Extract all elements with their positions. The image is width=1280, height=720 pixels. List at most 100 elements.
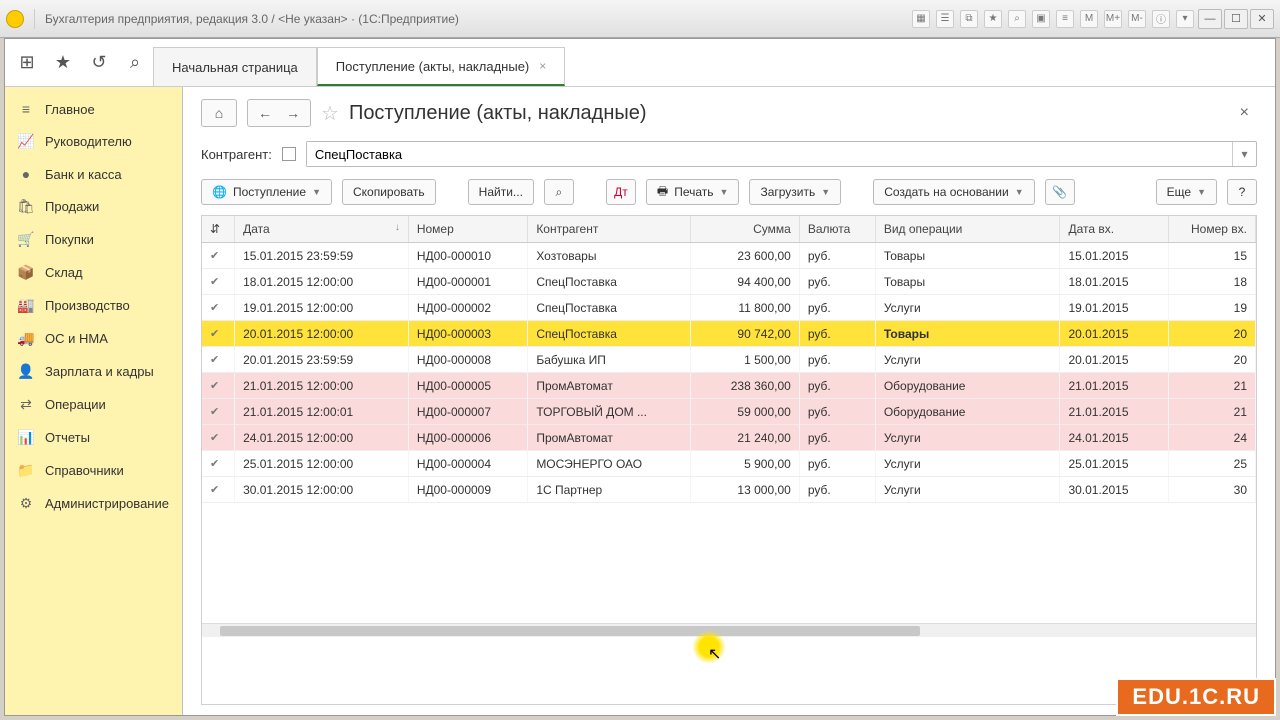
- cell-num-in: 30: [1169, 477, 1256, 503]
- sidebar-item-assets[interactable]: 🚚ОС и НМА: [5, 322, 182, 355]
- tb-icon[interactable]: M+: [1104, 10, 1122, 28]
- cell-num-in: 20: [1169, 347, 1256, 373]
- table-row[interactable]: ✔18.01.2015 12:00:00НД00-000001СпецПоста…: [202, 269, 1256, 295]
- sidebar-item-label: Покупки: [45, 232, 94, 247]
- cell-number: НД00-000004: [408, 451, 527, 477]
- star-icon[interactable]: ★: [45, 39, 81, 86]
- table-row[interactable]: ✔19.01.2015 12:00:00НД00-000002СпецПоста…: [202, 295, 1256, 321]
- favorite-icon[interactable]: ☆: [321, 101, 339, 126]
- sidebar-item-operations[interactable]: ⇄Операции: [5, 388, 182, 421]
- col-marker[interactable]: ⇵: [202, 216, 235, 243]
- back-button[interactable]: ←: [254, 102, 276, 124]
- tab-label: Начальная страница: [172, 60, 298, 75]
- cell-optype: Услуги: [875, 347, 1060, 373]
- find-button[interactable]: Найти...: [468, 179, 534, 205]
- minimize-button[interactable]: —: [1198, 9, 1222, 29]
- cell-num-in: 24: [1169, 425, 1256, 451]
- table-row[interactable]: ✔25.01.2015 12:00:00НД00-000004МОСЭНЕРГО…: [202, 451, 1256, 477]
- receipt-button[interactable]: 🌐 Поступление ▼: [201, 179, 332, 205]
- col-date[interactable]: Дата↓: [235, 216, 409, 243]
- data-table[interactable]: ⇵ Дата↓ Номер Контрагент Сумма Валюта Ви…: [201, 215, 1257, 705]
- cell-date-in: 24.01.2015: [1060, 425, 1169, 451]
- col-optype[interactable]: Вид операции: [875, 216, 1060, 243]
- tb-icon[interactable]: ☰: [936, 10, 954, 28]
- sidebar-item-label: Отчеты: [45, 430, 90, 445]
- sidebar-icon: 🛍: [17, 198, 35, 215]
- filter-checkbox[interactable]: [282, 147, 296, 161]
- sidebar-item-refs[interactable]: 📁Справочники: [5, 454, 182, 487]
- attachment-button[interactable]: 📎: [1045, 179, 1075, 205]
- col-sum[interactable]: Сумма: [691, 216, 800, 243]
- tb-icon[interactable]: ⌕: [1008, 10, 1026, 28]
- cell-currency: руб.: [799, 243, 875, 269]
- tab-home[interactable]: Начальная страница: [153, 47, 317, 86]
- tb-icon[interactable]: ★: [984, 10, 1002, 28]
- cell-sum: 5 900,00: [691, 451, 800, 477]
- col-number[interactable]: Номер: [408, 216, 527, 243]
- sidebar-item-bank[interactable]: ●Банк и касса: [5, 158, 182, 190]
- tb-icon[interactable]: ≡: [1056, 10, 1074, 28]
- sidebar-item-purchases[interactable]: 🛒Покупки: [5, 223, 182, 256]
- tab-close-icon[interactable]: ×: [539, 59, 546, 73]
- cell-optype: Оборудование: [875, 373, 1060, 399]
- col-counterparty[interactable]: Контрагент: [528, 216, 691, 243]
- table-row[interactable]: ✔20.01.2015 23:59:59НД00-000008Бабушка И…: [202, 347, 1256, 373]
- create-based-button[interactable]: Создать на основании ▼: [873, 179, 1034, 205]
- search-icon[interactable]: ⌕: [117, 39, 153, 86]
- close-button[interactable]: ✕: [1250, 9, 1274, 29]
- cell-sum: 1 500,00: [691, 347, 800, 373]
- apps-icon[interactable]: ⊞: [9, 39, 45, 86]
- table-row[interactable]: ✔24.01.2015 12:00:00НД00-000006ПромАвтом…: [202, 425, 1256, 451]
- sidebar-item-label: Руководителю: [45, 134, 132, 149]
- tab-active[interactable]: Поступление (акты, накладные) ×: [317, 47, 565, 86]
- tb-icon[interactable]: ▣: [1032, 10, 1050, 28]
- cell-optype: Услуги: [875, 451, 1060, 477]
- tb-icon[interactable]: M-: [1128, 10, 1146, 28]
- table-row[interactable]: ✔30.01.2015 12:00:00НД00-0000091С Партне…: [202, 477, 1256, 503]
- history-icon[interactable]: ↺: [81, 39, 117, 86]
- table-row[interactable]: ✔20.01.2015 12:00:00НД00-000003СпецПоста…: [202, 321, 1256, 347]
- tb-icon[interactable]: M: [1080, 10, 1098, 28]
- sidebar-item-label: Операции: [45, 397, 106, 412]
- col-num-in[interactable]: Номер вх.: [1169, 216, 1256, 243]
- print-button[interactable]: 🖶 Печать ▼: [646, 179, 740, 205]
- table-row[interactable]: ✔15.01.2015 23:59:59НД00-000010Хозтовары…: [202, 243, 1256, 269]
- tb-icon[interactable]: ⧉: [960, 10, 978, 28]
- table-row[interactable]: ✔21.01.2015 12:00:01НД00-000007ТОРГОВЫЙ …: [202, 399, 1256, 425]
- posting-button[interactable]: Дт: [606, 179, 636, 205]
- counterparty-field[interactable]: [307, 142, 1232, 166]
- counterparty-input[interactable]: ▾: [306, 141, 1257, 167]
- load-button[interactable]: Загрузить ▼: [749, 179, 841, 205]
- cell-num-in: 20: [1169, 321, 1256, 347]
- dropdown-icon[interactable]: ▾: [1232, 142, 1256, 166]
- col-currency[interactable]: Валюта: [799, 216, 875, 243]
- copy-button[interactable]: Скопировать: [342, 179, 436, 205]
- more-button[interactable]: Еще ▼: [1156, 179, 1217, 205]
- sidebar-item-sales[interactable]: 🛍Продажи: [5, 190, 182, 223]
- sidebar-item-production[interactable]: 🏭Производство: [5, 289, 182, 322]
- tb-icon[interactable]: ▦: [912, 10, 930, 28]
- titlebar-tools: ▦ ☰ ⧉ ★ ⌕ ▣ ≡ M M+ M- ⓘ ▾: [912, 10, 1194, 28]
- sidebar-item-reports[interactable]: 📊Отчеты: [5, 421, 182, 454]
- row-status-icon: ✔: [202, 269, 235, 295]
- sidebar-item-manager[interactable]: 📈Руководителю: [5, 125, 182, 158]
- horizontal-scrollbar[interactable]: [202, 623, 1256, 637]
- cell-currency: руб.: [799, 451, 875, 477]
- info-icon[interactable]: ⓘ: [1152, 10, 1170, 28]
- sidebar-item-hr[interactable]: 👤Зарплата и кадры: [5, 355, 182, 388]
- cell-currency: руб.: [799, 425, 875, 451]
- dropdown-icon[interactable]: ▾: [1176, 10, 1194, 28]
- forward-button[interactable]: →: [282, 102, 304, 124]
- page-close-button[interactable]: ×: [1232, 100, 1257, 126]
- cell-sum: 59 000,00: [691, 399, 800, 425]
- row-status-icon: ✔: [202, 425, 235, 451]
- table-row[interactable]: ✔21.01.2015 12:00:00НД00-000005ПромАвтом…: [202, 373, 1256, 399]
- sidebar-item-warehouse[interactable]: 📦Склад: [5, 256, 182, 289]
- sidebar-item-main[interactable]: ≡Главное: [5, 93, 182, 125]
- clear-filter-button[interactable]: ⌕: [544, 179, 574, 205]
- sidebar-item-admin[interactable]: ⚙Администрирование: [5, 487, 182, 520]
- home-icon[interactable]: ⌂: [208, 102, 230, 124]
- col-date-in[interactable]: Дата вх.: [1060, 216, 1169, 243]
- help-button[interactable]: ?: [1227, 179, 1257, 205]
- maximize-button[interactable]: ☐: [1224, 9, 1248, 29]
